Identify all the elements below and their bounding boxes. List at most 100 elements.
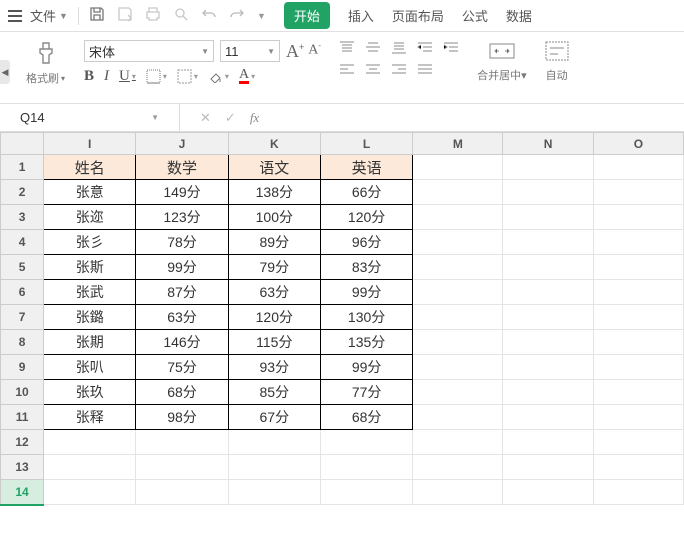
column-header[interactable]: M	[413, 133, 503, 155]
tab-formula[interactable]: 公式	[462, 6, 488, 25]
cell[interactable]: 100分	[228, 205, 320, 230]
cell[interactable]: 99分	[320, 280, 412, 305]
cell[interactable]	[593, 355, 683, 380]
align-top-icon[interactable]	[338, 40, 356, 56]
cell[interactable]	[593, 305, 683, 330]
wrap-text-icon[interactable]	[544, 40, 570, 65]
row-header[interactable]: 9	[1, 355, 44, 380]
cell[interactable]: 99分	[136, 255, 228, 280]
select-all-corner[interactable]	[1, 133, 44, 155]
cell[interactable]	[413, 355, 503, 380]
cell[interactable]	[503, 155, 593, 180]
row-header[interactable]: 2	[1, 180, 44, 205]
align-bottom-icon[interactable]	[390, 40, 408, 56]
cell[interactable]: 130分	[320, 305, 412, 330]
print-preview-icon[interactable]	[173, 6, 189, 25]
font-name-combo[interactable]: 宋体 ▼	[84, 40, 214, 62]
cell[interactable]: 98分	[136, 405, 228, 430]
cell[interactable]	[593, 480, 683, 505]
menu-icon[interactable]	[6, 8, 24, 24]
cell[interactable]: 语文	[228, 155, 320, 180]
cell[interactable]	[413, 305, 503, 330]
column-header[interactable]: O	[593, 133, 683, 155]
cell[interactable]: 138分	[228, 180, 320, 205]
cell[interactable]: 75分	[136, 355, 228, 380]
cell[interactable]	[413, 405, 503, 430]
cell[interactable]: 146分	[136, 330, 228, 355]
cell[interactable]	[503, 405, 593, 430]
cell[interactable]: 87分	[136, 280, 228, 305]
cell[interactable]	[503, 380, 593, 405]
cell[interactable]: 85分	[228, 380, 320, 405]
align-right-icon[interactable]	[390, 62, 408, 78]
cell[interactable]	[228, 455, 320, 480]
cell[interactable]: 63分	[136, 305, 228, 330]
align-center-icon[interactable]	[364, 62, 382, 78]
cell[interactable]: 张鏴	[44, 305, 136, 330]
fill-color-button[interactable]: ▾	[208, 71, 229, 83]
row-header[interactable]: 8	[1, 330, 44, 355]
cell[interactable]	[320, 455, 412, 480]
cell[interactable]	[413, 380, 503, 405]
cell[interactable]: 99分	[320, 355, 412, 380]
tab-layout[interactable]: 页面布局	[392, 6, 444, 25]
border-button[interactable]: ▾	[146, 69, 167, 84]
cell[interactable]: 79分	[228, 255, 320, 280]
cell[interactable]: 96分	[320, 230, 412, 255]
cell[interactable]	[413, 480, 503, 505]
fx-icon[interactable]: fx	[250, 110, 259, 126]
save-icon[interactable]	[89, 6, 105, 25]
decrease-font-icon[interactable]: A-	[308, 41, 321, 62]
cell[interactable]	[503, 355, 593, 380]
cell[interactable]	[593, 405, 683, 430]
cell[interactable]: 63分	[228, 280, 320, 305]
cell[interactable]	[413, 205, 503, 230]
row-header[interactable]: 12	[1, 430, 44, 455]
row-header[interactable]: 3	[1, 205, 44, 230]
cell[interactable]: 姓名	[44, 155, 136, 180]
cell[interactable]	[136, 430, 228, 455]
cell[interactable]: 120分	[228, 305, 320, 330]
cell[interactable]: 83分	[320, 255, 412, 280]
bold-button[interactable]: B	[84, 68, 94, 85]
underline-button[interactable]: U▾	[119, 68, 136, 85]
cell[interactable]	[413, 230, 503, 255]
cell[interactable]	[44, 430, 136, 455]
cell[interactable]: 张彡	[44, 230, 136, 255]
row-header[interactable]: 11	[1, 405, 44, 430]
confirm-icon[interactable]: ✓	[225, 110, 236, 126]
cell[interactable]: 78分	[136, 230, 228, 255]
cell[interactable]: 66分	[320, 180, 412, 205]
cell[interactable]	[503, 205, 593, 230]
column-header[interactable]: N	[503, 133, 593, 155]
tab-data[interactable]: 数据	[506, 6, 532, 25]
cell-style-button[interactable]: ▾	[177, 69, 198, 84]
cell[interactable]	[503, 230, 593, 255]
column-header[interactable]: I	[44, 133, 136, 155]
cell[interactable]: 123分	[136, 205, 228, 230]
cell[interactable]	[503, 455, 593, 480]
increase-font-icon[interactable]: A+	[286, 41, 304, 62]
cell[interactable]: 张叭	[44, 355, 136, 380]
cell[interactable]	[593, 205, 683, 230]
cell[interactable]: 115分	[228, 330, 320, 355]
justify-icon[interactable]	[416, 62, 434, 78]
file-menu[interactable]: 文件 ▼	[30, 6, 68, 25]
cell[interactable]: 135分	[320, 330, 412, 355]
cell[interactable]	[320, 480, 412, 505]
tab-insert[interactable]: 插入	[348, 6, 374, 25]
save-as-icon[interactable]	[117, 6, 133, 25]
cell[interactable]: 张武	[44, 280, 136, 305]
spreadsheet-grid[interactable]: IJKLMNO1姓名数学语文英语2张意149分138分66分3张迩123分100…	[0, 132, 684, 506]
cell[interactable]: 张玖	[44, 380, 136, 405]
cell[interactable]: 张期	[44, 330, 136, 355]
cell[interactable]	[593, 455, 683, 480]
row-header[interactable]: 6	[1, 280, 44, 305]
merge-button[interactable]: 合并居中▾	[477, 67, 527, 83]
tab-start[interactable]: 开始	[284, 2, 330, 29]
cell[interactable]	[593, 255, 683, 280]
cell[interactable]	[44, 480, 136, 505]
cell[interactable]	[413, 455, 503, 480]
cell[interactable]: 英语	[320, 155, 412, 180]
cell[interactable]	[413, 280, 503, 305]
